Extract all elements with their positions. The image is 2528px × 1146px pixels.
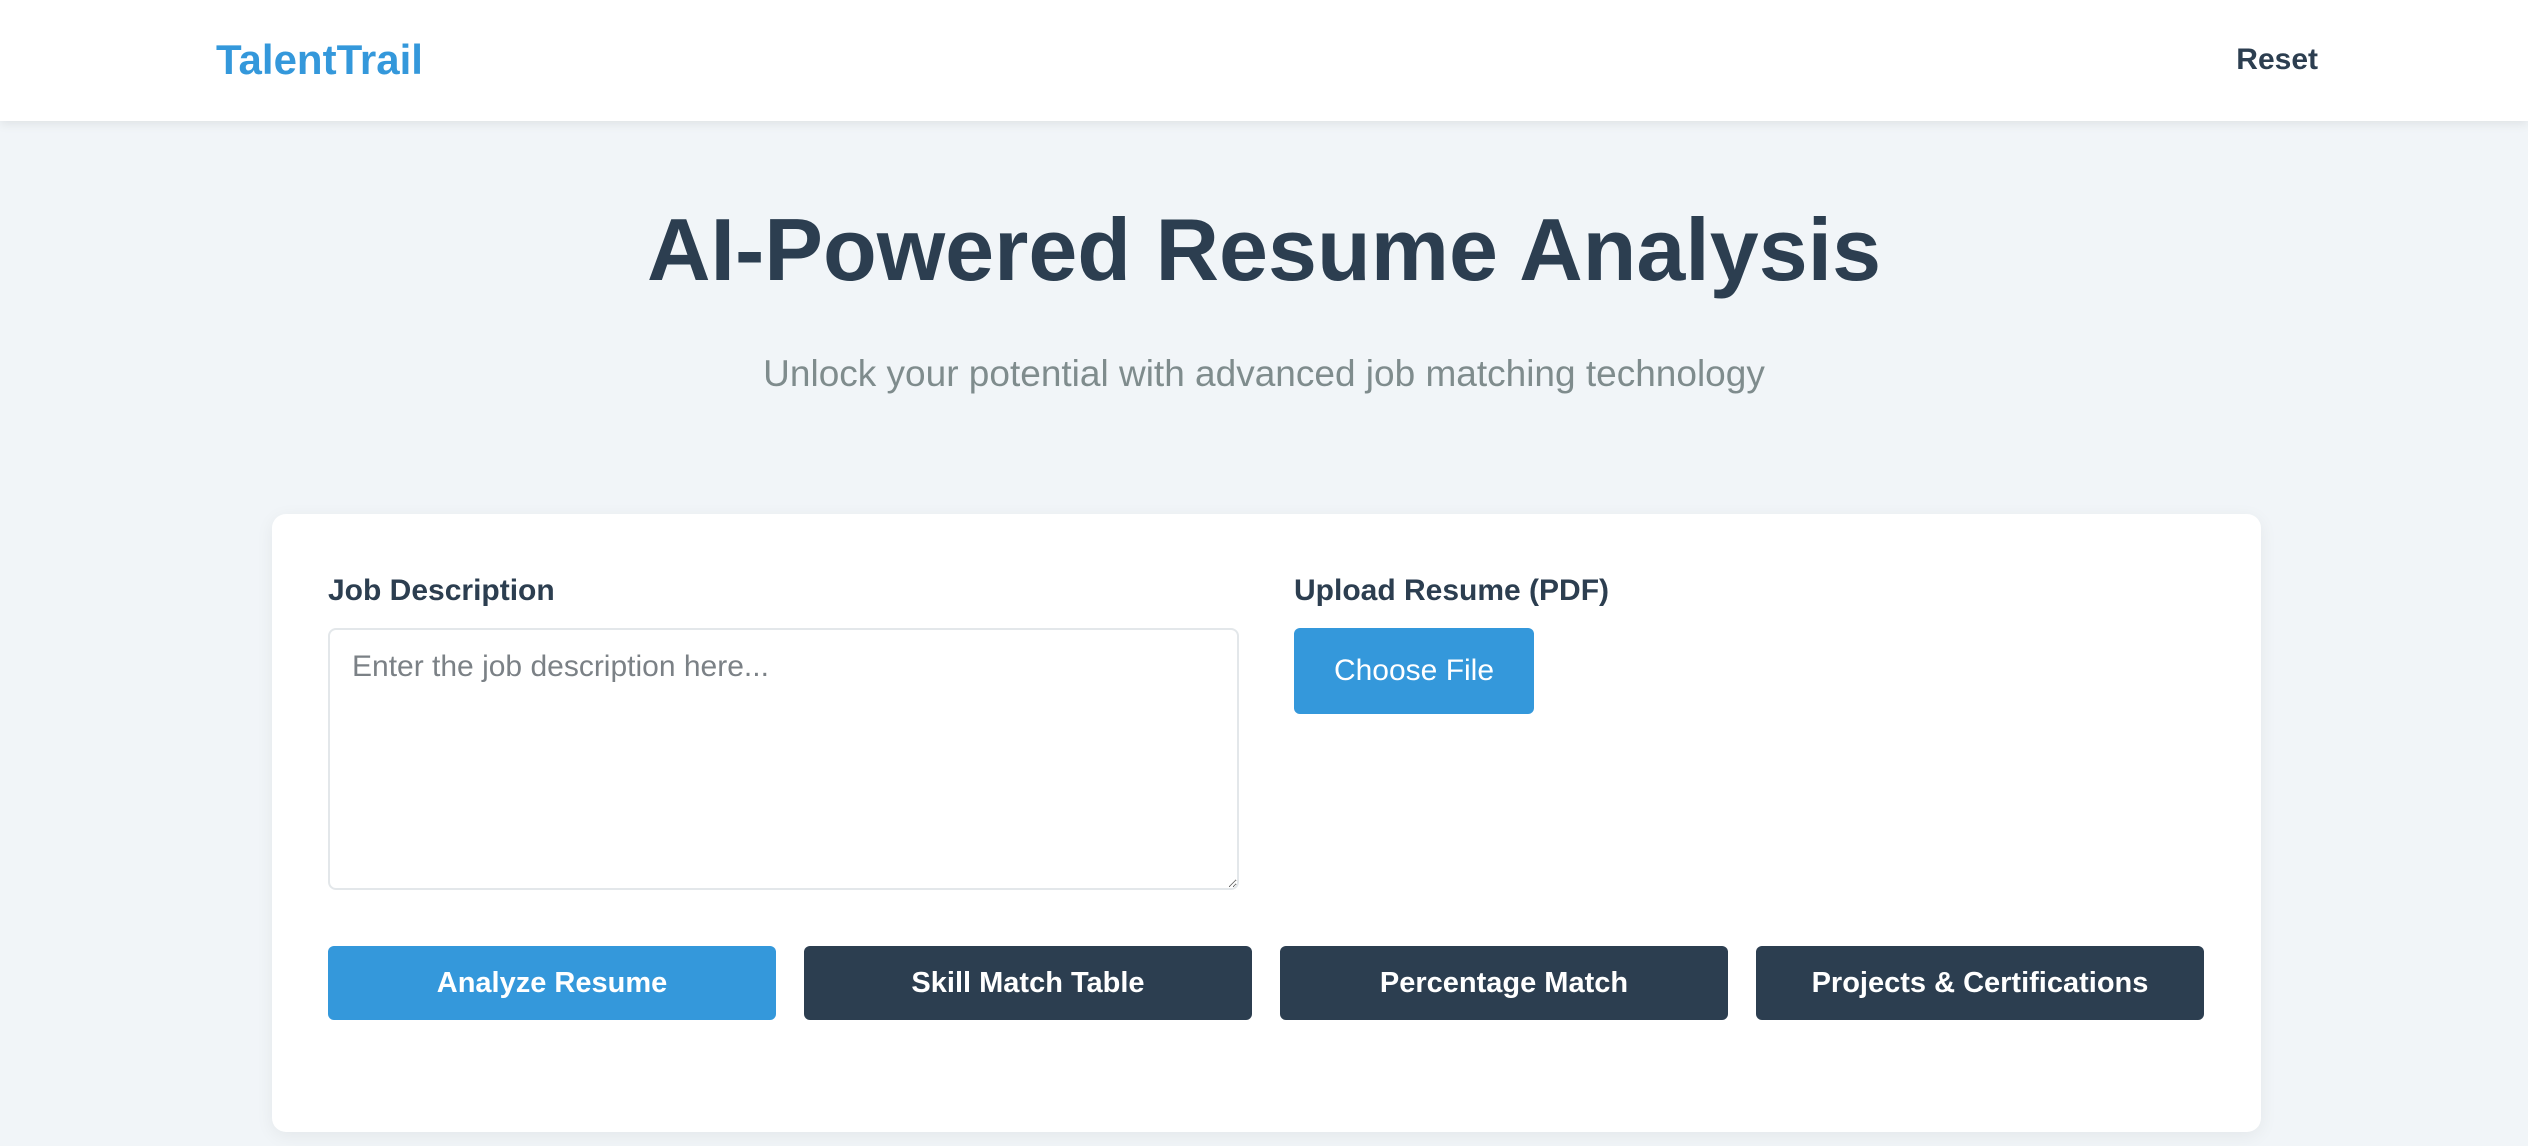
percentage-match-button[interactable]: Percentage Match: [1280, 946, 1728, 1020]
page-subtitle: Unlock your potential with advanced job …: [763, 353, 1765, 394]
top-navbar: TalentTrail Reset: [0, 0, 2528, 121]
upload-resume-label: Upload Resume (PDF): [1294, 574, 1610, 607]
analysis-form-card: Job Description Upload Resume (PDF) Choo…: [272, 514, 2261, 1132]
reset-link[interactable]: Reset: [2236, 40, 2318, 80]
analyze-resume-button[interactable]: Analyze Resume: [328, 946, 776, 1020]
projects-certifications-button[interactable]: Projects & Certifications: [1756, 946, 2204, 1020]
brand-logo[interactable]: TalentTrail: [216, 34, 423, 86]
job-description-label: Job Description: [328, 574, 555, 607]
choose-file-button[interactable]: Choose File: [1294, 628, 1534, 714]
skill-match-table-button[interactable]: Skill Match Table: [804, 946, 1252, 1020]
page-title: AI-Powered Resume Analysis: [646, 200, 1882, 299]
job-description-input[interactable]: [328, 628, 1239, 890]
